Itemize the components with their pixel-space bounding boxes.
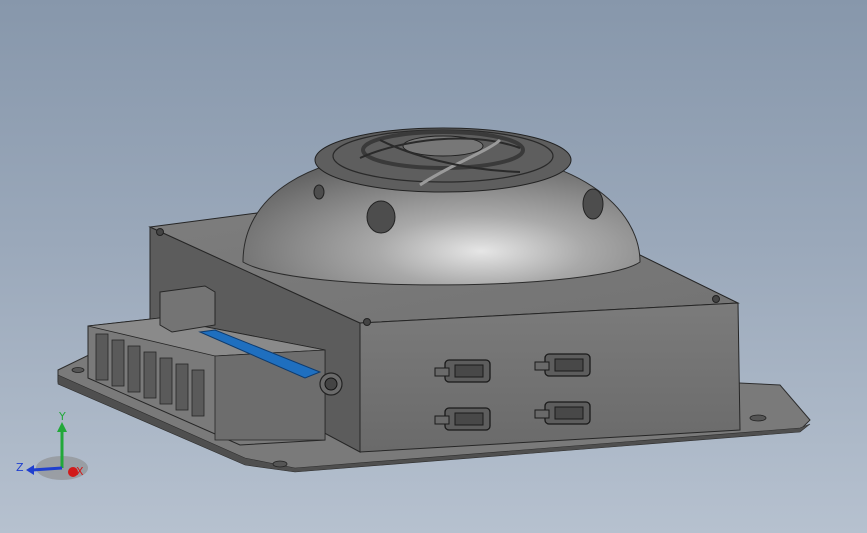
graphics-viewport[interactable]: Y Z X	[0, 0, 867, 533]
round-port-inner	[324, 377, 338, 391]
dome-vent-hole	[313, 184, 325, 200]
flange-hole	[749, 414, 767, 422]
side-connector-front	[214, 349, 326, 441]
cad-model[interactable]	[0, 0, 867, 533]
mounting-hole	[156, 228, 164, 236]
x-axis-label: X	[76, 465, 84, 478]
mounting-hole	[712, 295, 720, 303]
flange-hole	[71, 367, 85, 373]
side-module	[159, 285, 216, 333]
housing-front-face	[359, 302, 741, 453]
z-axis-label: Z	[16, 461, 24, 474]
flange-hole	[272, 460, 288, 468]
dome-vent-hole	[366, 200, 396, 234]
z-axis-arrow	[26, 465, 34, 475]
mounting-hole	[363, 318, 371, 326]
y-axis-arrow	[57, 422, 67, 432]
y-axis-label: Y	[58, 410, 66, 423]
dome-vent-hole	[582, 188, 604, 220]
orientation-triad[interactable]: Y Z X	[10, 408, 90, 488]
z-axis-line	[31, 466, 63, 472]
